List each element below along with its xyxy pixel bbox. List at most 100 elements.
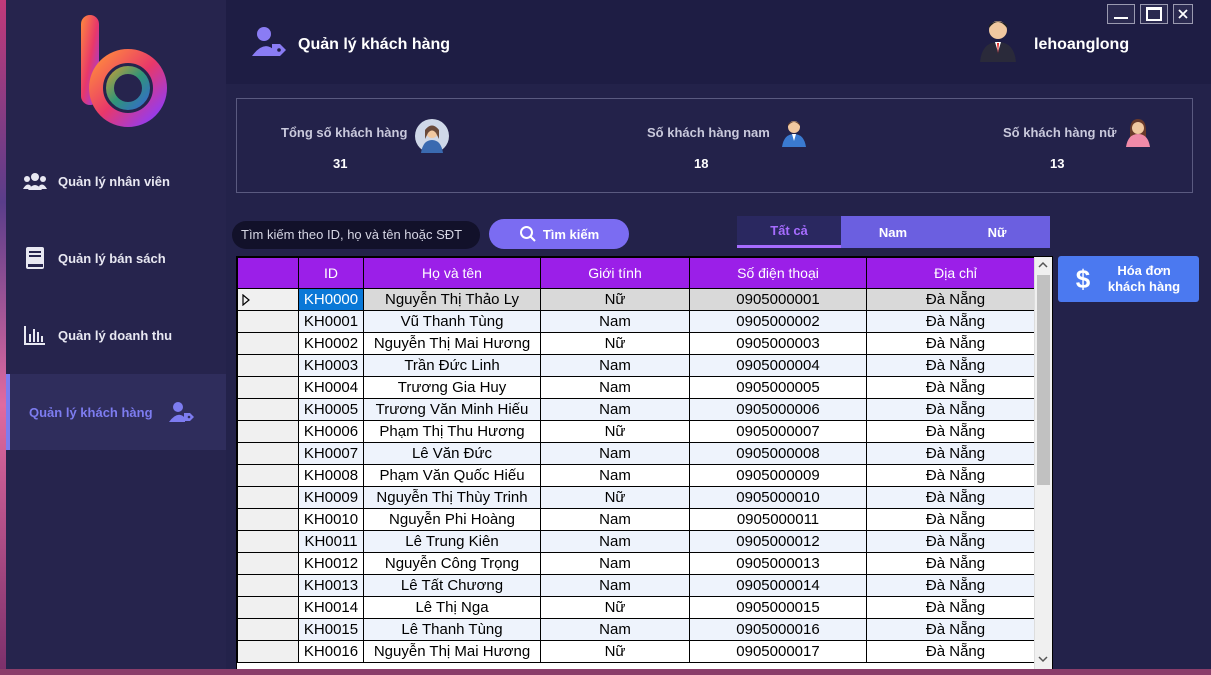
cell-name[interactable]: Lê Thị Nga — [363, 596, 541, 619]
cell-id[interactable]: KH0011 — [298, 530, 364, 553]
cell-phone[interactable]: 0905000014 — [689, 574, 867, 597]
cell-id[interactable]: KH0007 — [298, 442, 364, 465]
cell-gender[interactable]: Nam — [540, 618, 690, 641]
table-row[interactable]: KH0008 Phạm Văn Quốc Hiếu Nam 0905000009 Đà … — [237, 464, 1045, 487]
table-row[interactable]: KH0015 Lê Thanh Tùng Nam 0905000016 Đà Nẵng — [237, 618, 1045, 641]
cell-name[interactable]: Phạm Văn Quốc Hiếu — [363, 464, 541, 487]
cell-phone[interactable]: 0905000008 — [689, 442, 867, 465]
cell-gender[interactable]: Nam — [540, 574, 690, 597]
cell-gender[interactable]: Nữ — [540, 596, 690, 619]
cell-phone[interactable]: 0905000011 — [689, 508, 867, 531]
cell-name[interactable]: Nguyễn Công Trọng — [363, 552, 541, 575]
table-row[interactable]: KH0010 Nguyễn Phi Hoàng Nam 0905000011 Đà Nẵ… — [237, 508, 1045, 531]
cell-gender[interactable]: Nam — [540, 354, 690, 377]
table-row[interactable]: KH0016 Nguyễn Thị Mai Hương Nữ 0905000017 Đà… — [237, 640, 1045, 663]
minimize-button[interactable] — [1107, 4, 1135, 24]
cell-address[interactable]: Đà Nẵng — [866, 398, 1045, 421]
cell-name[interactable]: Nguyễn Thị Thảo Ly — [363, 288, 541, 311]
row-header[interactable] — [237, 552, 299, 575]
row-header[interactable] — [237, 464, 299, 487]
cell-gender[interactable]: Nam — [540, 508, 690, 531]
cell-id[interactable]: KH0004 — [298, 376, 364, 399]
table-row[interactable]: KH0013 Lê Tất Chương Nam 0905000014 Đà Nẵng — [237, 574, 1045, 597]
cell-phone[interactable]: 0905000007 — [689, 420, 867, 443]
cell-name[interactable]: Trương Gia Huy — [363, 376, 541, 399]
row-header[interactable] — [237, 640, 299, 663]
cell-phone[interactable]: 0905000012 — [689, 530, 867, 553]
cell-gender[interactable]: Nam — [540, 464, 690, 487]
cell-gender[interactable]: Nam — [540, 552, 690, 575]
cell-id[interactable]: KH0016 — [298, 640, 364, 663]
cell-address[interactable]: Đà Nẵng — [866, 508, 1045, 531]
row-header[interactable] — [237, 332, 299, 355]
row-header[interactable] — [237, 486, 299, 509]
cell-address[interactable]: Đà Nẵng — [866, 486, 1045, 509]
cell-name[interactable]: Phạm Thị Thu Hương — [363, 420, 541, 443]
search-button[interactable]: Tìm kiếm — [489, 219, 629, 249]
cell-phone[interactable]: 0905000003 — [689, 332, 867, 355]
sidebar-item-customers[interactable]: Quản lý khách hàng — [6, 374, 226, 450]
cell-address[interactable]: Đà Nẵng — [866, 574, 1045, 597]
cell-gender[interactable]: Nam — [540, 442, 690, 465]
row-header[interactable] — [237, 398, 299, 421]
row-header[interactable] — [237, 420, 299, 443]
table-row[interactable]: KH0006 Phạm Thị Thu Hương Nữ 0905000007 Đà N… — [237, 420, 1045, 443]
table-row[interactable]: KH0009 Nguyễn Thị Thùy Trinh Nữ 0905000010 Đ… — [237, 486, 1045, 509]
table-row[interactable]: KH0014 Lê Thị Nga Nữ 0905000015 Đà Nẵng — [237, 596, 1045, 619]
cell-gender[interactable]: Nam — [540, 530, 690, 553]
vertical-scrollbar[interactable] — [1034, 257, 1052, 669]
table-row[interactable]: KH0011 Lê Trung Kiên Nam 0905000012 Đà Nẵng — [237, 530, 1045, 553]
cell-id[interactable]: KH0014 — [298, 596, 364, 619]
cell-address[interactable]: Đà Nẵng — [866, 442, 1045, 465]
table-row[interactable]: KH0002 Nguyễn Thị Mai Hương Nữ 0905000003 Đà… — [237, 332, 1045, 355]
tab-female[interactable]: Nữ — [945, 216, 1049, 248]
customer-table[interactable]: ID Họ và tên Giới tính Số điện thoại Địa… — [236, 256, 1053, 669]
table-row[interactable]: KH0004 Trương Gia Huy Nam 0905000005 Đà Nẵng — [237, 376, 1045, 399]
row-header[interactable] — [237, 530, 299, 553]
search-input[interactable]: Tìm kiếm theo ID, họ và tên hoặc SĐT — [232, 221, 480, 249]
table-row[interactable]: KH0005 Trương Văn Minh Hiếu Nam 0905000006 Đ… — [237, 398, 1045, 421]
close-button[interactable] — [1173, 4, 1193, 24]
sidebar-item-book-sales[interactable]: Quản lý bán sách — [6, 220, 226, 296]
cell-address[interactable]: Đà Nẵng — [866, 640, 1045, 663]
cell-gender[interactable]: Nữ — [540, 486, 690, 509]
cell-gender[interactable]: Nữ — [540, 288, 690, 311]
cell-id[interactable]: KH0008 — [298, 464, 364, 487]
scrollbar-thumb[interactable] — [1037, 275, 1050, 485]
column-header-id[interactable]: ID — [298, 257, 364, 289]
column-header-phone[interactable]: Số điện thoại — [689, 257, 867, 289]
cell-id[interactable]: KH0005 — [298, 398, 364, 421]
cell-name[interactable]: Vũ Thanh Tùng — [363, 310, 541, 333]
cell-id[interactable]: KH0003 — [298, 354, 364, 377]
cell-name[interactable]: Lê Văn Đức — [363, 442, 541, 465]
cell-id[interactable]: KH0001 — [298, 310, 364, 333]
cell-address[interactable]: Đà Nẵng — [866, 332, 1045, 355]
table-row[interactable]: KH0007 Lê Văn Đức Nam 0905000008 Đà Nẵng — [237, 442, 1045, 465]
cell-phone[interactable]: 0905000001 — [689, 288, 867, 311]
row-header[interactable] — [237, 574, 299, 597]
cell-name[interactable]: Lê Trung Kiên — [363, 530, 541, 553]
tab-all[interactable]: Tất cả — [737, 216, 841, 248]
cell-id[interactable]: KH0006 — [298, 420, 364, 443]
cell-name[interactable]: Nguyễn Phi Hoàng — [363, 508, 541, 531]
cell-address[interactable]: Đà Nẵng — [866, 530, 1045, 553]
sidebar-item-employees[interactable]: Quản lý nhân viên — [6, 143, 226, 219]
cell-name[interactable]: Nguyễn Thị Mai Hương — [363, 640, 541, 663]
cell-address[interactable]: Đà Nẵng — [866, 288, 1045, 311]
cell-address[interactable]: Đà Nẵng — [866, 464, 1045, 487]
cell-gender[interactable]: Nữ — [540, 640, 690, 663]
cell-id[interactable]: KH0002 — [298, 332, 364, 355]
table-row[interactable]: KH0001 Vũ Thanh Tùng Nam 0905000002 Đà Nẵng — [237, 310, 1045, 333]
cell-name[interactable]: Nguyễn Thị Mai Hương — [363, 332, 541, 355]
column-header-address[interactable]: Địa chỉ — [866, 257, 1045, 289]
cell-id[interactable]: KH0015 — [298, 618, 364, 641]
column-header-name[interactable]: Họ và tên — [363, 257, 541, 289]
cell-phone[interactable]: 0905000009 — [689, 464, 867, 487]
cell-name[interactable]: Trần Đức Linh — [363, 354, 541, 377]
cell-phone[interactable]: 0905000013 — [689, 552, 867, 575]
cell-gender[interactable]: Nam — [540, 398, 690, 421]
cell-address[interactable]: Đà Nẵng — [866, 420, 1045, 443]
cell-id[interactable]: KH0012 — [298, 552, 364, 575]
cell-phone[interactable]: 0905000016 — [689, 618, 867, 641]
table-row[interactable]: KH0003 Trần Đức Linh Nam 0905000004 Đà Nẵng — [237, 354, 1045, 377]
